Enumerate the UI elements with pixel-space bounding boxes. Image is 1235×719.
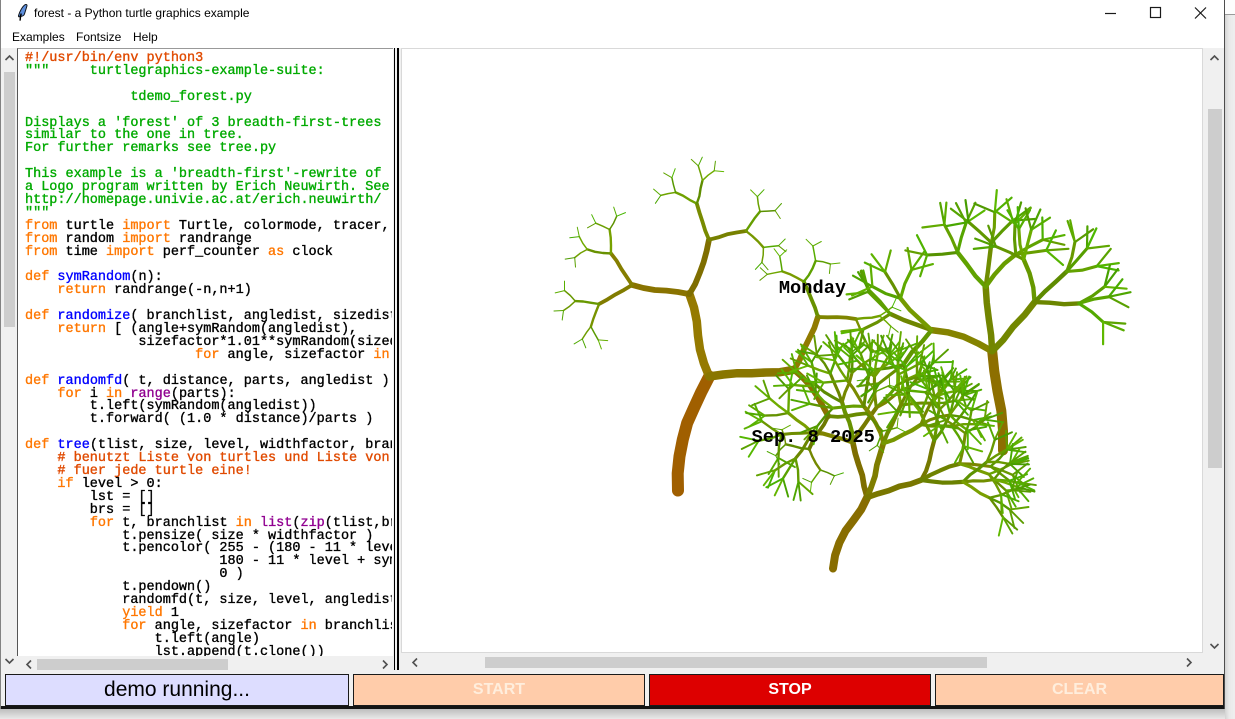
svg-text:Sep. 8 2025: Sep. 8 2025 bbox=[752, 426, 875, 448]
svg-text:Monday: Monday bbox=[779, 277, 846, 299]
